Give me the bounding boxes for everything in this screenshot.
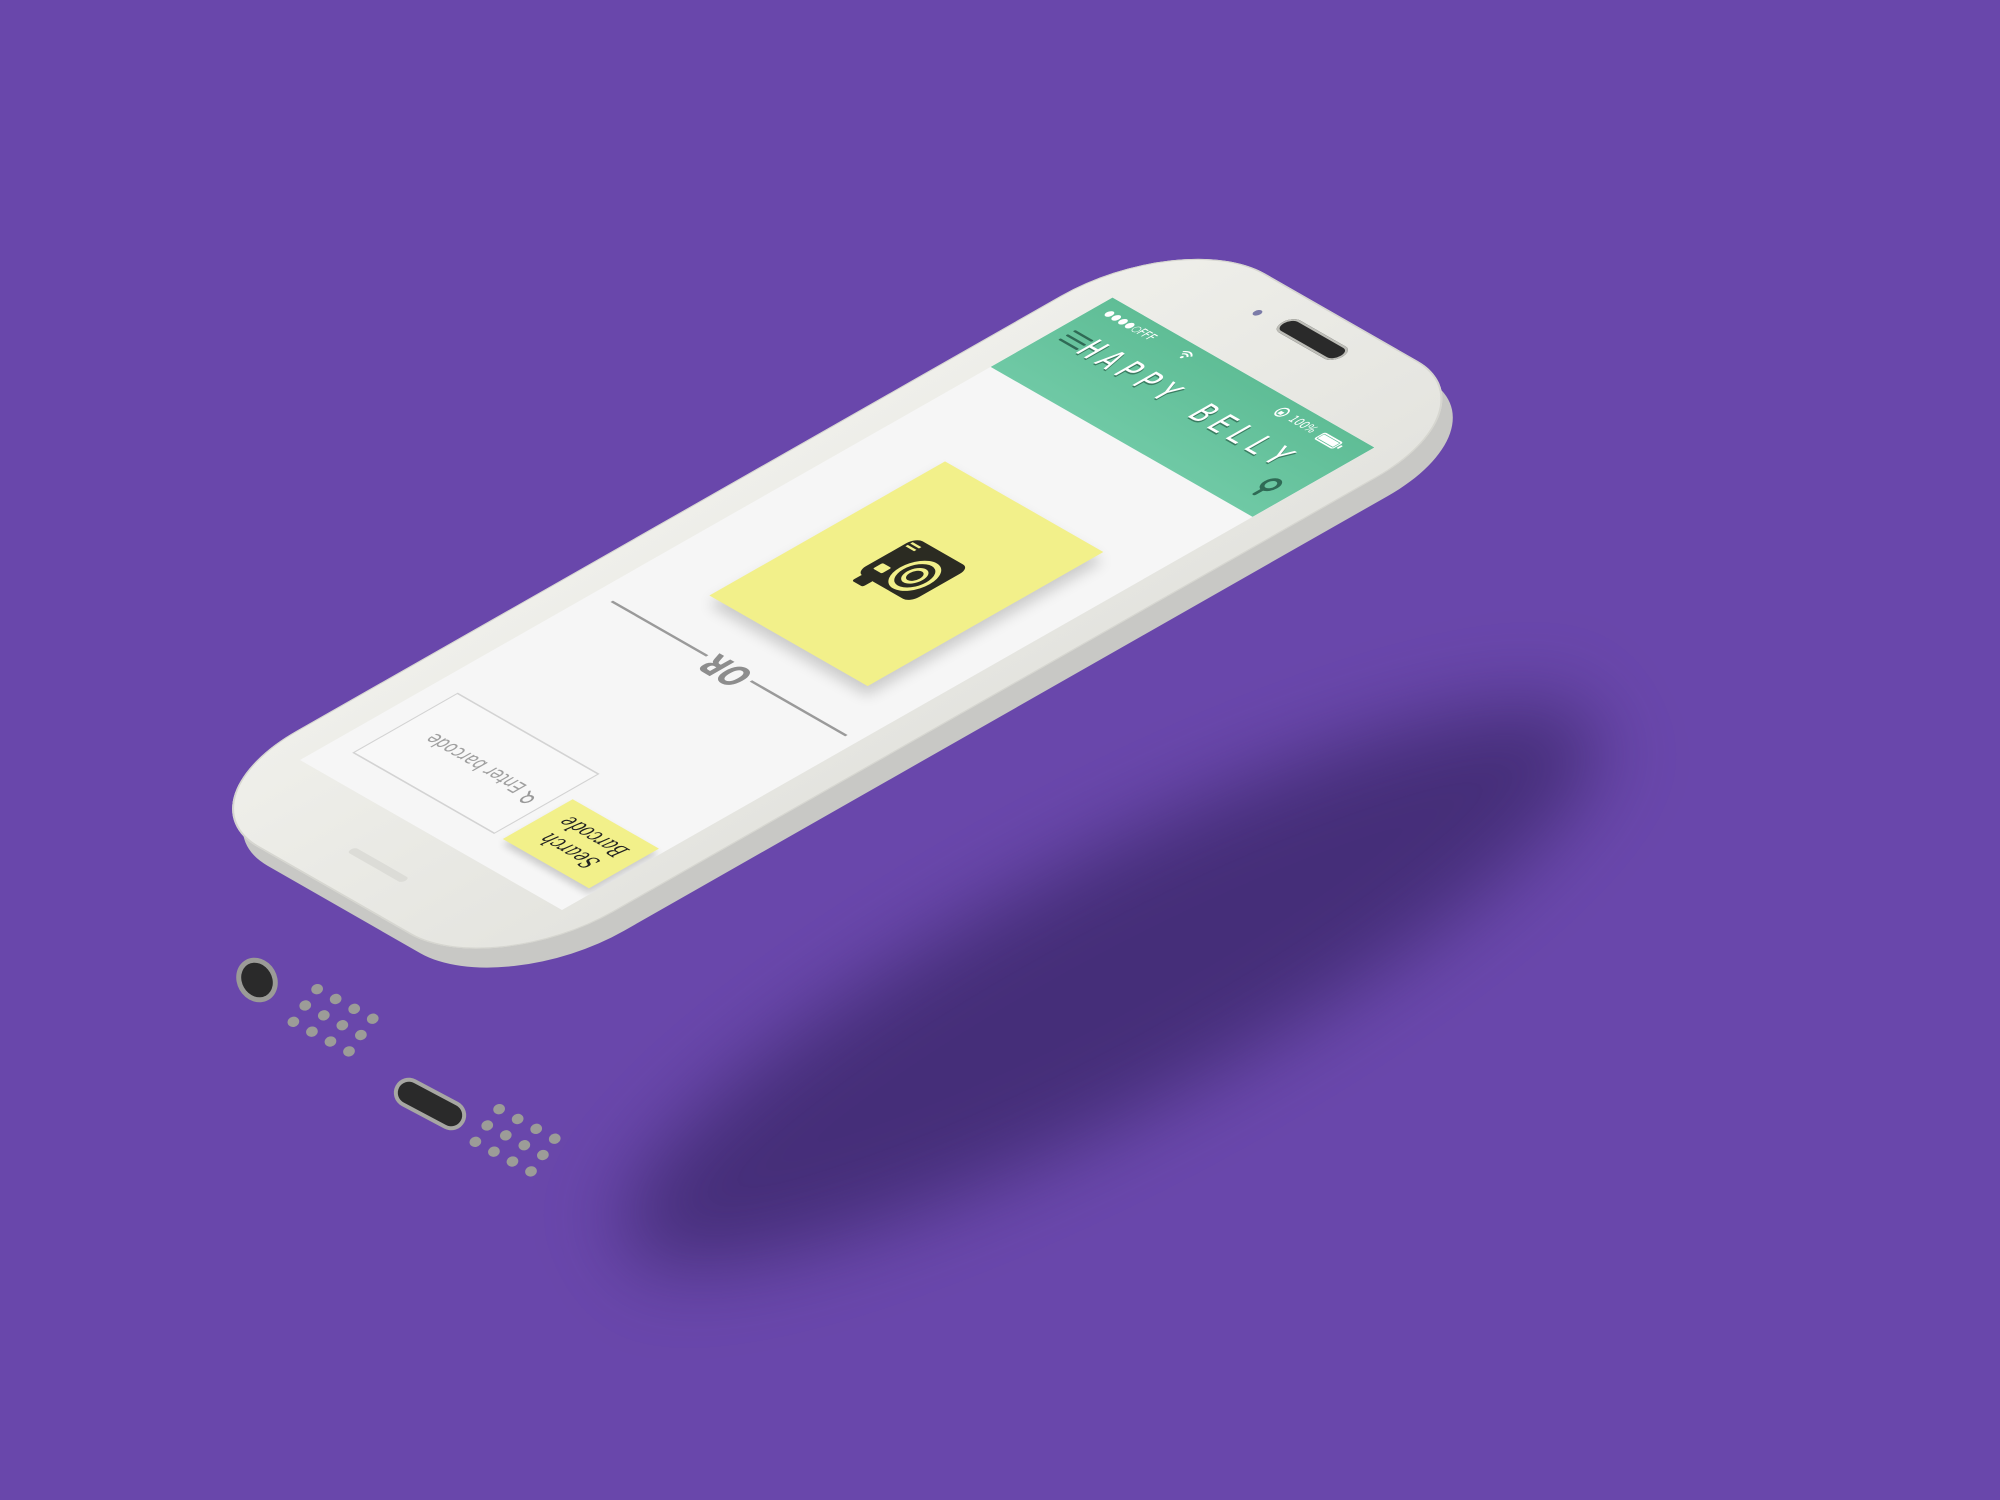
wifi-icon [1179, 350, 1193, 359]
divider-line-bottom [749, 680, 848, 737]
divider-line-top [610, 600, 709, 657]
headphone-jack [235, 956, 279, 1004]
speaker-grill-left [285, 982, 381, 1059]
speaker-grill-right [467, 1102, 563, 1179]
camera-icon [852, 540, 966, 600]
scene: Search Barcode OR [0, 0, 2000, 1500]
lightning-port [393, 1077, 467, 1131]
battery-percent: 100% [1284, 413, 1323, 436]
